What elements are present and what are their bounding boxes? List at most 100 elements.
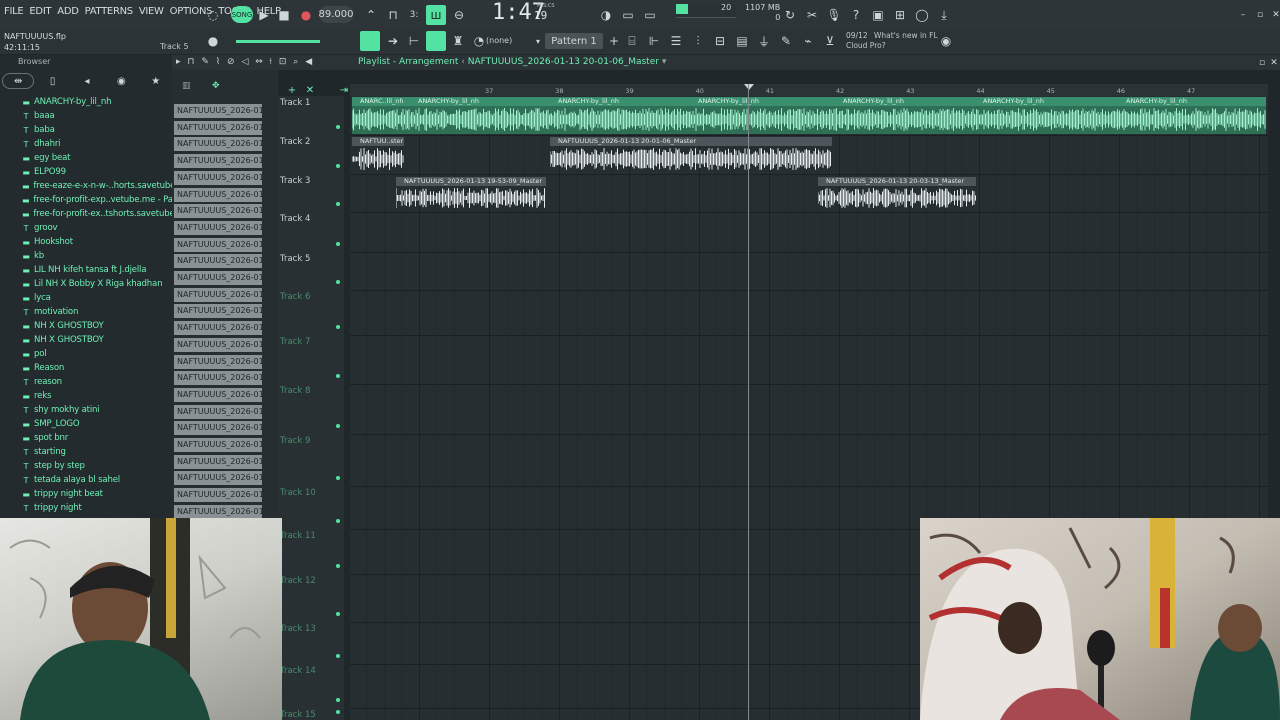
browser-item[interactable]: ▬ SMP_LOGO <box>22 417 172 431</box>
cart-icon[interactable]: ⊻ <box>820 31 840 51</box>
clip-list-item[interactable]: NAFTUUUUS_2026-01-13... <box>174 204 262 219</box>
clip-list-item[interactable]: NAFTUUUUS_2026-01-13... <box>174 371 262 386</box>
track-mute-led[interactable] <box>336 280 340 284</box>
clip-list-item[interactable]: NAFTUUUUS_2026-01-13... <box>174 271 262 285</box>
browser-item[interactable]: Tbaaa <box>22 109 172 123</box>
scissors-icon[interactable]: ✂ <box>802 5 822 25</box>
slip-icon[interactable]: ⇔ <box>255 57 265 67</box>
chat-icon[interactable]: ◯ <box>912 5 932 25</box>
clip-list-item[interactable]: NAFTUUUUS_2026-01-13... <box>174 154 262 169</box>
browser-tab-plugins[interactable]: ◉ <box>105 73 137 89</box>
master-volume-slider[interactable] <box>236 40 320 43</box>
browser-item[interactable]: Tmotivation <box>22 305 172 319</box>
browser-item[interactable]: ▬ spot bnr <box>22 431 172 445</box>
browser-item[interactable]: ▬ NH X GHOSTBOY <box>22 333 172 347</box>
track-mute-led[interactable] <box>336 164 340 168</box>
menu-edit[interactable]: EDIT <box>29 6 51 17</box>
select-icon[interactable]: ⊡ <box>279 57 289 67</box>
countdown-icon[interactable]: 3: <box>404 5 424 25</box>
track-mute-led[interactable] <box>336 374 340 378</box>
browser-item[interactable]: ▬ NH X GHOSTBOY <box>22 319 172 333</box>
stretch-icon[interactable]: ⊢ <box>404 31 424 51</box>
channel-rack-icon[interactable]: ⌸ <box>622 31 642 51</box>
track-name[interactable]: Track 13 <box>280 624 316 634</box>
playlist-view-icon[interactable] <box>360 31 380 51</box>
slice-icon[interactable]: ⟊ <box>270 57 274 67</box>
track-name[interactable]: Track 14 <box>280 666 316 676</box>
track-mute-led[interactable] <box>336 125 340 129</box>
track-mute-led[interactable] <box>336 202 340 206</box>
draw-mode-icon[interactable] <box>426 31 446 51</box>
track-name[interactable]: Track 2 <box>280 137 310 147</box>
clip-list-item[interactable]: NAFTUUUUS_2026-01-13... <box>174 471 262 486</box>
playhead[interactable] <box>748 84 749 720</box>
plug-icon[interactable]: ⏚ <box>754 31 774 51</box>
mixer-icon[interactable]: ⫶ <box>688 31 708 51</box>
browser-item[interactable]: ▬ Reason <box>22 361 172 375</box>
browser-icon[interactable]: ☰ <box>666 31 686 51</box>
menu-patterns[interactable]: PATTERNS <box>85 6 134 17</box>
browser-item[interactable]: ▬free-for-profit-exp..vetube.me - Part_2 <box>22 193 172 207</box>
clip-list-item[interactable]: NAFTUUUUS_2026-01-13... <box>174 387 262 402</box>
browser-item[interactable]: ▬ egy beat <box>22 151 172 165</box>
globe-icon[interactable]: ◉ <box>936 31 956 51</box>
browser-item[interactable]: ▬ ANARCHY-by_lil_nh <box>22 95 172 109</box>
clip-list-view-icon[interactable]: ▥ <box>182 81 191 91</box>
song-mode-toggle[interactable]: SONG <box>231 6 253 23</box>
track-name[interactable]: Track 7 <box>280 337 310 347</box>
download-icon[interactable]: ⤓ <box>934 5 954 25</box>
clip-list-item[interactable]: NAFTUUUUS_2026-01-13... <box>174 354 262 369</box>
track-name[interactable]: Track 10 <box>280 488 316 498</box>
menu-view[interactable]: VIEW <box>139 6 164 17</box>
audio-clip[interactable]: ANARCHY-by_lil_nh <box>835 97 975 134</box>
track-name[interactable]: Track 12 <box>280 576 316 586</box>
master-knob-icon[interactable]: ● <box>203 31 223 51</box>
browser-item[interactable]: ▬ Lil NH X Bobby X Riga khadhan <box>22 277 172 291</box>
pan-icon[interactable]: ◑ <box>596 5 616 25</box>
clip-list-item[interactable]: NAFTUUUUS_2026-01-13... <box>174 254 262 269</box>
track-name[interactable]: Track 4 <box>280 214 310 224</box>
clip-list-item[interactable]: NAFTUUUUS_2026-01-13... <box>174 287 262 302</box>
pattern-song-circle-icon[interactable]: ◌ <box>203 5 223 25</box>
magnet-icon[interactable]: ⊓ <box>187 57 196 67</box>
paint-icon[interactable]: ⌇ <box>216 57 222 67</box>
news-panel[interactable]: 09/12 What's new in FL Cloud Pro? <box>846 31 938 51</box>
playlist-close-icon[interactable]: ✕ <box>1264 53 1280 73</box>
browser-item[interactable]: Tstarting <box>22 445 172 459</box>
track-mute-led[interactable] <box>336 710 340 714</box>
step-edit-icon[interactable]: ш <box>426 5 446 25</box>
track-mute-led[interactable] <box>336 325 340 329</box>
menu-arrow-icon[interactable]: ▸ <box>176 57 183 67</box>
track-name[interactable]: Track 3 <box>280 176 310 186</box>
clip-list-item[interactable]: NAFTUUUUS_2026-01-13... <box>174 120 262 135</box>
menu-add[interactable]: ADD <box>57 6 79 17</box>
clip-list-sort-icon[interactable]: ✥ <box>212 81 220 91</box>
track-mute-led[interactable] <box>336 519 340 523</box>
save-icon[interactable]: ▣ <box>868 5 888 25</box>
close-window-icon[interactable]: ✕ <box>1266 5 1280 25</box>
browser-item[interactable]: Tstep by step <box>22 459 172 473</box>
playback-icon[interactable]: ◀ <box>305 57 314 67</box>
loop-record-icon[interactable]: ⊖ <box>449 5 469 25</box>
browser-item[interactable]: ▬ pol <box>22 347 172 361</box>
browser-item[interactable]: ▬ lyca <box>22 291 172 305</box>
pitch-icon[interactable]: ▭ <box>640 5 660 25</box>
audio-clip[interactable]: NAFTUUUUS_2026-01-13 19-53-09_Master <box>396 177 546 211</box>
browser-item[interactable]: ▬ Hookshot <box>22 235 172 249</box>
browser-item[interactable]: ▬ ELPO99 <box>22 165 172 179</box>
plugin-icon[interactable]: ⊟ <box>710 31 730 51</box>
track-name[interactable]: Track 6 <box>280 292 310 302</box>
arrow-right-icon[interactable]: ➔ <box>383 31 403 51</box>
track-mute-led[interactable] <box>336 654 340 658</box>
clip-list-item[interactable]: NAFTUUUUS_2026-01-13... <box>174 438 262 452</box>
clip-list-item[interactable]: NAFTUUUUS_2026-01-13... <box>174 421 262 436</box>
browser-tab-favorites[interactable]: ★ <box>140 73 172 89</box>
track-mute-led[interactable] <box>336 424 340 428</box>
audio-clip[interactable]: ANARCHY-by_lil_nh <box>690 97 835 134</box>
browser-item[interactable]: Tbaba <box>22 123 172 137</box>
midi-icon[interactable]: ⊞ <box>890 5 910 25</box>
browser-item[interactable]: Tshy mokhy atini <box>22 403 172 417</box>
mute-icon[interactable]: ◁ <box>241 57 250 67</box>
clip-list-item[interactable]: NAFTUUUUS_2026-01-13... <box>174 304 262 319</box>
pattern-selector[interactable]: Pattern 1 <box>545 33 603 49</box>
